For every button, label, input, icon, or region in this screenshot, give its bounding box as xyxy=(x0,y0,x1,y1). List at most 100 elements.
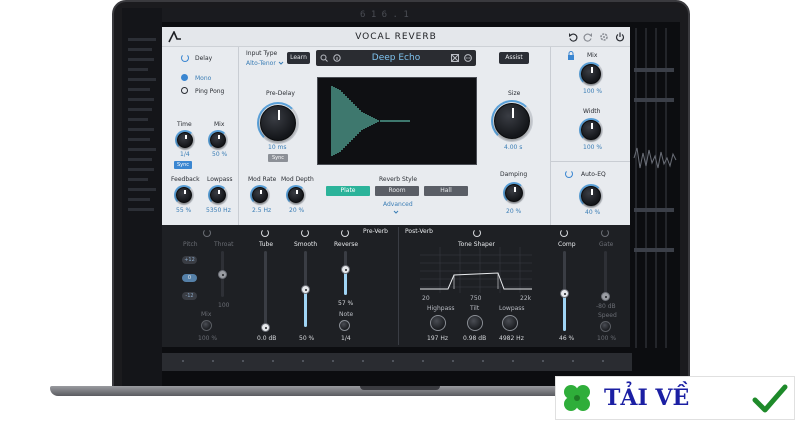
reverse-value: 57 % xyxy=(338,300,354,307)
post-highpass-knob[interactable] xyxy=(430,315,446,331)
reverse-fader-handle[interactable] xyxy=(341,265,350,274)
pre-delay-sync-button[interactable]: Sync xyxy=(268,154,288,162)
tube-fader-handle[interactable] xyxy=(261,323,270,332)
pitch-plus12-button[interactable]: +12 xyxy=(182,256,197,264)
note-label: Note xyxy=(339,311,354,318)
reverb-display xyxy=(317,77,477,165)
feedback-label: Feedback xyxy=(171,176,200,183)
note-knob[interactable] xyxy=(339,320,350,331)
size-value: 4.00 s xyxy=(504,144,523,151)
divider xyxy=(550,161,630,162)
pitch-mix-value: 100 % xyxy=(198,335,218,342)
reverse-label: Reverse xyxy=(334,241,359,248)
tone-axis-tick-750: 750 xyxy=(470,295,482,302)
post-verb-section-label: Post-Verb xyxy=(405,228,433,235)
delay-power-icon[interactable] xyxy=(181,54,189,62)
tube-fader-track[interactable] xyxy=(264,251,267,327)
lock-icon[interactable] xyxy=(567,51,575,60)
watermark: TẢI VỀ xyxy=(555,376,795,420)
delay-lowpass-value: 5350 Hz xyxy=(206,207,231,214)
pitch-power-icon[interactable] xyxy=(203,229,211,237)
comp-fader-fill xyxy=(563,293,566,331)
gate-power-icon[interactable] xyxy=(601,229,609,237)
delay-time-knob[interactable] xyxy=(177,132,193,148)
tube-value: 0.0 dB xyxy=(257,335,277,342)
pitch-minus12-button[interactable]: -12 xyxy=(182,292,197,300)
gate-value: -80 dB xyxy=(596,303,616,310)
pitch-mix-knob[interactable] xyxy=(201,320,212,331)
delay-time-label: Time xyxy=(177,121,192,128)
pre-delay-knob[interactable] xyxy=(260,105,296,141)
size-label: Size xyxy=(508,90,521,97)
tone-shaper-graph[interactable] xyxy=(420,247,532,293)
post-lowpass-value: 4982 Hz xyxy=(499,335,524,342)
daw-readout: 6 1 6 . 1 xyxy=(360,10,409,20)
comp-power-icon[interactable] xyxy=(560,229,568,237)
tone-shaper-power-icon[interactable] xyxy=(473,229,481,237)
gate-fader-handle[interactable] xyxy=(601,292,610,301)
delay-sync-button[interactable]: Sync xyxy=(174,161,192,169)
auto-eq-label: Auto-EQ xyxy=(581,171,606,178)
style-plate-button[interactable]: Plate xyxy=(326,186,370,196)
advanced-toggle[interactable]: Advanced xyxy=(383,201,413,208)
pitch-mix-label: Mix xyxy=(201,311,212,318)
feedback-knob[interactable] xyxy=(176,187,192,203)
delay-mix-label: Mix xyxy=(214,121,225,128)
more-icon[interactable] xyxy=(464,54,472,62)
mono-radio[interactable] xyxy=(181,74,188,81)
vocal-reverb-plugin: VOCAL REVERB Delay Mono Ping Pong Time 1… xyxy=(162,27,630,347)
tilt-knob[interactable] xyxy=(467,315,483,331)
compare-icon[interactable] xyxy=(451,54,459,62)
smooth-value: 50 % xyxy=(299,335,315,342)
auto-eq-knob[interactable] xyxy=(581,186,601,206)
auto-eq-value: 40 % xyxy=(585,209,601,216)
pitch-zero-button[interactable]: 0 xyxy=(182,274,197,282)
damping-label: Damping xyxy=(500,171,528,178)
smooth-label: Smooth xyxy=(294,241,318,248)
delay-mix-knob[interactable] xyxy=(210,132,226,148)
style-hall-button[interactable]: Hall xyxy=(424,186,468,196)
stage: 6 1 6 . 1 VOCAL REVERB Delay Mono Ping P… xyxy=(0,0,800,425)
auto-eq-power-icon[interactable] xyxy=(565,170,573,178)
mod-rate-knob[interactable] xyxy=(252,187,268,203)
speed-knob[interactable] xyxy=(600,321,611,332)
mod-depth-knob[interactable] xyxy=(288,187,304,203)
input-type-dropdown[interactable]: Alto-Tenor xyxy=(246,60,276,67)
smooth-power-icon[interactable] xyxy=(301,229,309,237)
size-knob[interactable] xyxy=(494,103,530,139)
tube-power-icon[interactable] xyxy=(261,229,269,237)
pre-delay-value: 10 ms xyxy=(268,144,287,151)
assist-button[interactable]: Assist xyxy=(499,52,529,64)
gate-fader-track[interactable] xyxy=(604,251,607,297)
learn-button[interactable]: Learn xyxy=(287,52,310,64)
damping-knob[interactable] xyxy=(505,184,523,202)
pre-verb-section-label: Pre-Verb xyxy=(363,228,388,235)
comp-fader-handle[interactable] xyxy=(560,289,569,298)
chevron-down-icon[interactable] xyxy=(393,210,399,215)
checkmark-icon xyxy=(752,384,788,413)
comp-value: 46 % xyxy=(559,335,575,342)
post-lowpass-label: Lowpass xyxy=(499,305,525,312)
reverse-power-icon[interactable] xyxy=(341,229,349,237)
style-room-button[interactable]: Room xyxy=(375,186,419,196)
gear-icon[interactable] xyxy=(599,32,609,42)
redo-icon[interactable] xyxy=(583,32,593,42)
delay-time-value: 1/4 xyxy=(180,151,190,158)
width-knob[interactable] xyxy=(581,120,601,140)
width-label: Width xyxy=(583,108,601,115)
delay-label: Delay xyxy=(195,55,213,62)
output-mix-knob[interactable] xyxy=(581,64,601,84)
tube-label: Tube xyxy=(259,241,274,248)
smooth-fader-handle[interactable] xyxy=(301,285,310,294)
post-lowpass-knob[interactable] xyxy=(502,315,518,331)
reverb-waveform xyxy=(331,86,410,156)
throat-fader-handle[interactable] xyxy=(218,270,227,279)
width-value: 100 % xyxy=(583,144,603,151)
undo-icon[interactable] xyxy=(568,32,578,42)
throat-value: 100 xyxy=(218,302,230,309)
delay-lowpass-knob[interactable] xyxy=(210,187,226,203)
ping-pong-radio[interactable] xyxy=(181,87,188,94)
speed-value: 100 % xyxy=(597,335,617,342)
output-mix-value: 100 % xyxy=(583,88,603,95)
power-icon[interactable] xyxy=(615,32,625,42)
